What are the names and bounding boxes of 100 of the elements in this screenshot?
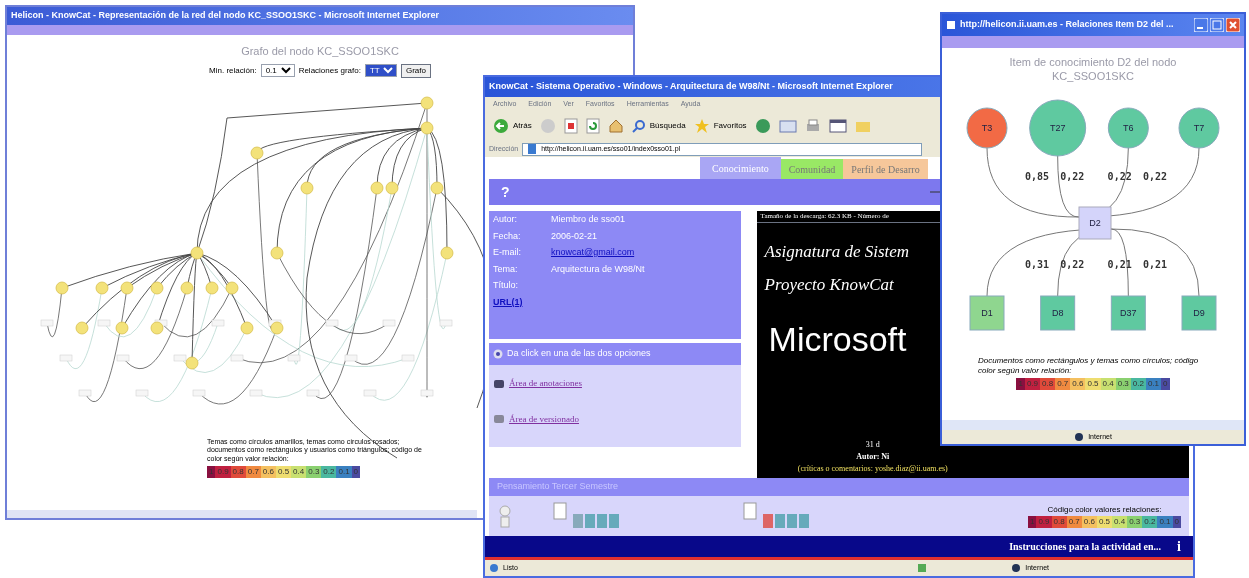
relations-dropdown[interactable]: TT [364,64,397,77]
document-node[interactable] [40,319,54,326]
help-icon [493,349,503,359]
document-node[interactable] [59,354,73,361]
edge-weight: 0,22 [1060,170,1085,182]
topic-node[interactable]: T3 [966,107,1008,148]
email-link[interactable]: knowcat@gmail.com [551,246,635,260]
favorites-button[interactable]: Favoritos [693,118,747,134]
topic-node[interactable] [55,281,69,294]
legend-value: 1 [1016,377,1025,390]
legend-value: 0.1 [336,465,352,478]
topic-node[interactable] [420,96,434,109]
legend-value: 0.2 [321,465,337,478]
folder-icon[interactable] [854,119,871,133]
window-title: KnowCat - Sistema Operativo - Windows - Arquitectura de W98/Nt - Microsoft Internet Explorer [489,80,893,94]
history-icon[interactable] [754,118,771,134]
topic-node[interactable] [185,356,199,369]
search-button[interactable]: Búsqueda [631,119,686,133]
topic-node[interactable]: T6 [1107,107,1149,148]
window-title: Helicon - KnowCat - Representación de la red del nodo KC_SSOO1SKC - Microsoft Internet Explorer [11,9,440,23]
topic-node[interactable] [240,321,254,334]
help-button[interactable]: ? [501,181,510,203]
close-icon[interactable] [1226,18,1240,32]
maximize-icon[interactable] [1210,18,1224,32]
user-icon[interactable] [497,504,513,528]
scroll-bar[interactable] [7,510,477,518]
stop-icon[interactable] [563,118,578,134]
mail-icon[interactable] [778,119,797,133]
topic-node[interactable] [120,281,134,294]
topic-node[interactable] [270,321,284,334]
topic-node[interactable] [115,321,129,334]
topic-node[interactable] [150,321,164,334]
star-icon [693,118,710,134]
document-node[interactable] [173,354,187,361]
topic-node[interactable] [190,246,204,259]
preview-note: (críticas o comentarios: yoshe.diaz@ii.uam.es) [797,463,948,475]
document-node[interactable] [116,354,130,361]
topic-node[interactable] [250,146,264,159]
center-node[interactable]: D2 [1078,206,1112,239]
area-link[interactable]: Área de anotaciones [509,377,582,391]
field-label: Tema: [493,262,519,276]
document-node[interactable] [420,389,434,396]
document-node[interactable] [78,389,92,396]
topic-node[interactable] [75,321,89,334]
document-node[interactable] [363,389,377,396]
min-relation-dropdown[interactable]: 0.1 [260,64,295,77]
field-value: Miembro de sso01 [551,213,626,226]
document-node[interactable]: D1 [969,295,1005,330]
topic-node[interactable] [370,181,384,194]
document-node[interactable]: D9 [1181,295,1217,330]
document-node[interactable] [97,319,111,326]
document-node[interactable]: D8 [1040,295,1076,330]
field-label: Relaciones grafo: [298,64,361,77]
area-link[interactable]: Área de versionado [509,412,579,426]
url-link[interactable]: URL(1) [493,295,737,309]
scroll-bar[interactable] [942,420,1244,430]
graph-button[interactable]: Grafo [400,63,431,78]
document-node[interactable]: D37 [1110,295,1146,330]
document-node[interactable] [401,354,415,361]
edge-weight: 0,31 [1024,258,1050,270]
info-button[interactable]: i [1177,536,1181,557]
topic-node[interactable] [385,181,399,194]
legend-value: 0.8 [1040,377,1056,390]
document-node[interactable] [135,389,149,396]
edge-weight: 0,21 [1142,258,1168,270]
topic-node[interactable] [95,281,109,294]
back-button[interactable]: Atrás [493,118,532,134]
print-icon[interactable] [804,118,821,134]
document-node[interactable] [325,319,339,326]
slide-subtitle: Proyecto KnowCat [763,274,895,296]
document-node[interactable] [192,389,206,396]
document-node[interactable] [344,354,358,361]
page-icon [527,144,538,154]
document-node[interactable] [306,389,320,396]
window-icon[interactable] [828,118,847,134]
document-node[interactable] [382,319,396,326]
topic-node[interactable] [180,281,194,294]
topic-node[interactable] [300,181,314,194]
topic-node[interactable] [150,281,164,294]
document-node[interactable] [439,319,453,326]
document-node[interactable] [287,354,301,361]
minimize-icon[interactable] [1194,18,1208,32]
legend-value: 0.4 [291,465,307,478]
legend-value: 0.3 [1127,516,1143,528]
topic-node[interactable] [440,246,454,259]
topic-node[interactable] [205,281,219,294]
document-node[interactable] [230,354,244,361]
refresh-icon[interactable] [585,118,600,134]
topic-node[interactable] [225,281,239,294]
edge-weight: 0,85 [1024,170,1050,182]
home-icon[interactable] [607,118,624,134]
topic-node[interactable] [430,181,444,194]
topic-node[interactable]: T27 [1029,99,1087,156]
document-node[interactable] [211,319,225,326]
topic-node[interactable] [420,121,434,134]
search-icon [631,119,646,133]
topic-node[interactable]: T7 [1178,107,1220,148]
topic-node[interactable] [270,246,284,259]
document-node[interactable] [249,389,263,396]
preview-date: 31 d [865,439,880,451]
